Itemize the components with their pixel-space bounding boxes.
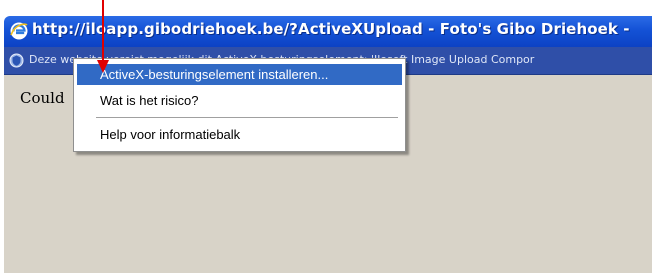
page-text: Could [20,89,65,107]
shield-info-icon [9,53,24,68]
internet-explorer-icon [10,22,28,40]
browser-window: http://iloapp.gibodriehoek.be/?ActiveXUp… [0,0,652,273]
menu-separator [96,117,398,118]
menu-item-infobar-help[interactable]: Help voor informatiebalk [77,124,402,145]
menu-item-install-activex[interactable]: ActiveX-besturingselement installeren... [77,64,402,85]
infobar-context-menu: ActiveX-besturingselement installeren...… [73,58,406,152]
window-title: http://iloapp.gibodriehoek.be/?ActiveXUp… [32,20,630,38]
title-bar[interactable]: http://iloapp.gibodriehoek.be/?ActiveXUp… [4,16,652,47]
menu-item-what-is-the-risk[interactable]: Wat is het risico? [77,90,402,111]
